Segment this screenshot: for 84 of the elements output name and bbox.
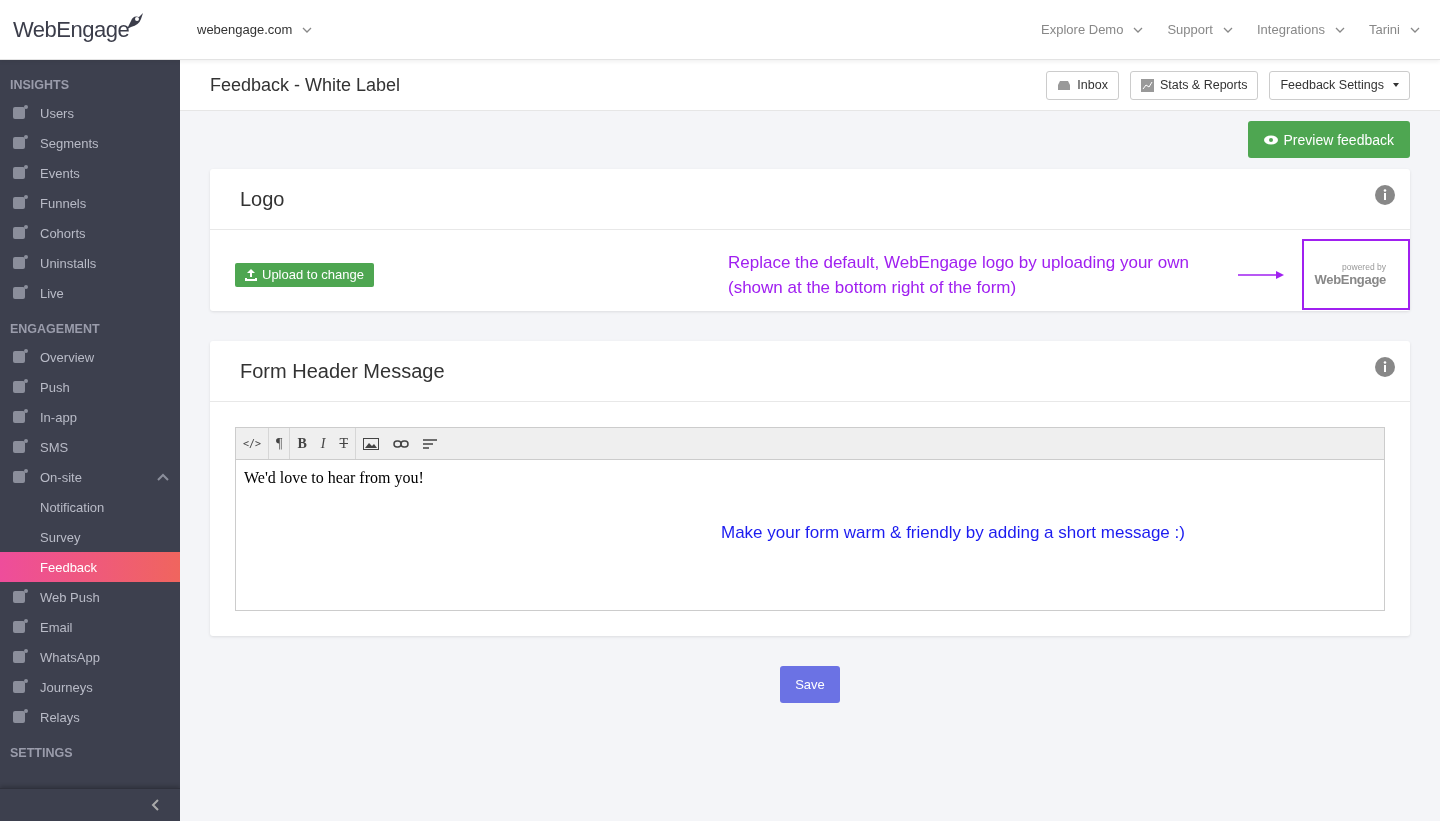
section-heading: ENGAGEMENT [9,322,101,338]
nav-icon [10,285,30,301]
nav-item[interactable]: Journeys [0,672,180,702]
nav-item[interactable]: In-app [0,402,180,432]
top-menu[interactable]: Tarini [1368,22,1420,37]
nav-subitem[interactable]: Notification [0,492,180,522]
nav-icon [10,165,30,181]
nav-icon [10,439,30,455]
link-icon [393,439,409,448]
nav-item[interactable]: Uninstalls [0,248,180,278]
chevron-down-icon [1334,26,1345,33]
editor-text: We'd love to hear from you! [243,468,425,489]
nav-item[interactable]: Events [0,158,180,188]
nav-icon [10,619,30,635]
preview-button[interactable]: Preview feedback [1248,121,1410,158]
annotation-text: Make your form warm & friendly by adding a short message :) [721,522,1185,544]
brand-logo[interactable]: WebEngage [13,16,130,43]
nav-item[interactable]: On-site [0,462,180,492]
caret-icon [1393,83,1399,87]
chevron-down-icon [1410,26,1420,33]
annotation-text: Replace the default, WebEngage logo by uploading your own (shown at the bottom right of the form) [728,251,1190,299]
action-button[interactable]: Inbox [1046,70,1119,100]
nav-subitem[interactable]: Survey [0,522,180,552]
nav-icon [10,409,30,425]
align-left-icon [423,438,437,449]
nav-icon [10,225,30,241]
nav-item[interactable]: SMS [0,432,180,462]
upload-button[interactable]: Upload to change [235,262,374,287]
nav-item[interactable]: WhatsApp [0,642,180,672]
top-menu[interactable]: Integrations [1257,22,1345,37]
chevron-icon[interactable] [156,472,170,482]
chevron-down-icon [302,26,313,33]
toolbar-button[interactable]: </> [236,428,269,459]
toolbar-button[interactable]: T [332,428,355,459]
chevron-down-icon [1223,26,1233,33]
eye-icon [1264,134,1279,145]
nav-item[interactable]: Email [0,612,180,642]
card-title: Logo [240,187,285,211]
nav-item[interactable]: Web Push [0,582,180,612]
nav-item[interactable]: Overview [0,342,180,372]
arrow-icon [1238,270,1284,279]
tray-icon [1057,79,1072,91]
save-button[interactable]: Save [780,666,840,703]
card-title: Form Header Message [240,359,445,383]
nav-item[interactable]: Push [0,372,180,402]
nav-icon [10,709,30,725]
nav-icon [10,105,30,121]
section-heading: SETTINGS [9,746,74,762]
page-title: Feedback - White Label [210,74,401,96]
image-icon [363,437,379,450]
account-dropdown[interactable]: webengage.com [197,22,313,37]
action-button[interactable]: Feedback Settings [1269,70,1410,100]
collapse-icon[interactable] [150,798,160,812]
nav-item[interactable]: Relays [0,702,180,732]
action-button[interactable]: Stats & Reports [1129,70,1259,100]
rich-text-editor[interactable]: </> ¶ B I T We'd love to hear from you! Make your form warm & friendly by adding a short message :) [235,427,1385,611]
preview-logo: WebEngage [1314,272,1386,287]
nav-item[interactable]: Live [0,278,180,308]
nav-icon [10,679,30,695]
nav-item[interactable]: Segments [0,128,180,158]
nav-icon [10,379,30,395]
nav-subitem[interactable]: Feedback [0,552,180,582]
toolbar-button[interactable]: B [290,428,314,459]
top-menu[interactable]: Support [1167,22,1233,37]
nav-icon [10,349,30,365]
section-heading: INSIGHTS [9,78,71,94]
info-icon[interactable] [1375,185,1395,205]
nav-icon [10,469,30,485]
nav-icon [10,195,30,211]
top-menu[interactable]: Explore Demo [1041,22,1144,37]
chart-icon [1140,78,1154,92]
powered-by-text: powered by [1342,262,1386,272]
nav-item[interactable]: Funnels [0,188,180,218]
toolbar-button[interactable]: I [313,428,333,459]
chevron-down-icon [1133,26,1144,33]
nav-item[interactable]: Users [0,98,180,128]
nav-icon [10,649,30,665]
nav-icon [10,255,30,271]
info-icon[interactable] [1375,357,1395,377]
toolbar-button[interactable]: ¶ [269,428,290,459]
nav-item[interactable]: Cohorts [0,218,180,248]
upload-icon [245,268,257,281]
nav-icon [10,135,30,151]
nav-icon [10,589,30,605]
